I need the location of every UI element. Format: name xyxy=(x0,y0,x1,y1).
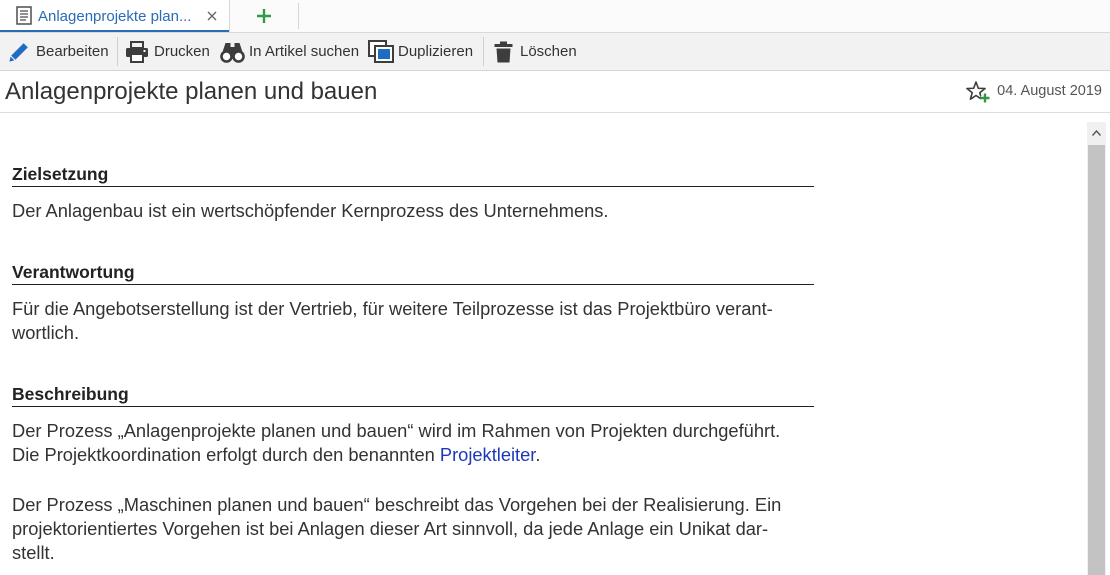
projektleiter-link[interactable]: Projektleiter xyxy=(440,444,536,465)
add-favorite-button[interactable] xyxy=(966,81,990,103)
chevron-up-icon xyxy=(1092,130,1101,136)
duplicate-button[interactable]: Duplizieren xyxy=(368,33,473,70)
text-line: Der Anlagenbau ist ein wertschöpfender K… xyxy=(12,200,609,221)
text-line: Die Projektkoordination erfolgt durch de… xyxy=(12,443,814,467)
tab-article[interactable]: Anlagenprojekte plan... xyxy=(0,0,230,32)
toolbar-separator xyxy=(483,37,484,66)
text-line: stellt. xyxy=(12,542,55,563)
search-in-article-button[interactable]: In Artikel suchen xyxy=(220,33,359,70)
close-icon[interactable] xyxy=(207,11,217,21)
search-in-article-label: In Artikel suchen xyxy=(249,43,360,60)
new-tab-button[interactable] xyxy=(248,0,280,32)
paragraph: Der Prozess „Anlagenprojekte planen und … xyxy=(12,419,814,467)
duplicate-icon xyxy=(368,40,394,63)
tab-separator xyxy=(298,3,299,29)
plus-icon xyxy=(257,9,271,23)
trash-icon xyxy=(494,41,513,62)
paragraph: Der Anlagenbau ist ein wertschöpfender K… xyxy=(12,199,814,223)
section-zielsetzung: Zielsetzung Der Anlagenbau ist ein werts… xyxy=(12,163,814,223)
delete-button-label: Löschen xyxy=(520,43,577,60)
paragraph: Der Prozess „Maschinen planen und bauen“… xyxy=(12,493,814,565)
print-button-label: Drucken xyxy=(154,43,210,60)
section-heading: Zielsetzung xyxy=(12,163,814,187)
pencil-icon xyxy=(9,42,28,62)
text-line: projektorientiertes Vorgehen ist bei Anl… xyxy=(12,518,769,539)
duplicate-button-label: Duplizieren xyxy=(398,43,474,60)
scroll-up-button[interactable] xyxy=(1087,122,1106,144)
active-tab-indicator xyxy=(0,30,229,32)
section-verantwortung: Verantwortung Für die Angebotserstellung… xyxy=(12,261,814,345)
tab-bar: Anlagenprojekte plan... xyxy=(0,0,1110,33)
section-heading: Verantwortung xyxy=(12,261,814,285)
edit-button[interactable]: Bearbeiten xyxy=(8,33,109,70)
article-date: 04. August 2019 xyxy=(997,83,1102,99)
printer-icon xyxy=(126,40,148,63)
toolbar: Bearbeiten Drucken In Artikel suchen Dup… xyxy=(0,33,1110,71)
star-plus-icon xyxy=(966,81,990,103)
toolbar-separator xyxy=(117,37,118,66)
text-segment: . xyxy=(535,444,541,465)
edit-button-label: Bearbeiten xyxy=(36,43,109,60)
scrollbar-thumb[interactable] xyxy=(1088,145,1105,575)
article-content: Zielsetzung Der Anlagenbau ist ein werts… xyxy=(0,113,1110,575)
article-header: Anlagenprojekte planen und bauen 04. Aug… xyxy=(0,71,1110,113)
text-line: Der Prozess „Anlagenprojekte planen und … xyxy=(12,420,781,441)
article-body: Zielsetzung Der Anlagenbau ist ein werts… xyxy=(12,163,814,565)
text-line: Für die Angebotserstellung ist der Vertr… xyxy=(12,298,773,319)
text-line: wortlich. xyxy=(12,322,80,343)
delete-button[interactable]: Löschen xyxy=(494,33,577,70)
text-line: Der Prozess „Maschinen planen und bauen“… xyxy=(12,494,782,515)
binoculars-icon xyxy=(220,42,245,63)
text-segment: Die Projektkoordination erfolgt durch de… xyxy=(12,444,440,465)
section-beschreibung: Beschreibung Der Prozess „Anlagenprojekt… xyxy=(12,383,814,565)
section-heading: Beschreibung xyxy=(12,383,814,407)
vertical-scrollbar[interactable] xyxy=(1087,122,1106,575)
document-icon xyxy=(16,6,32,25)
tab-label: Anlagenprojekte plan... xyxy=(38,8,192,25)
paragraph: Für die Angebotserstellung ist der Vertr… xyxy=(12,297,814,345)
print-button[interactable]: Drucken xyxy=(125,33,210,70)
page-title: Anlagenprojekte planen und bauen xyxy=(5,78,378,105)
